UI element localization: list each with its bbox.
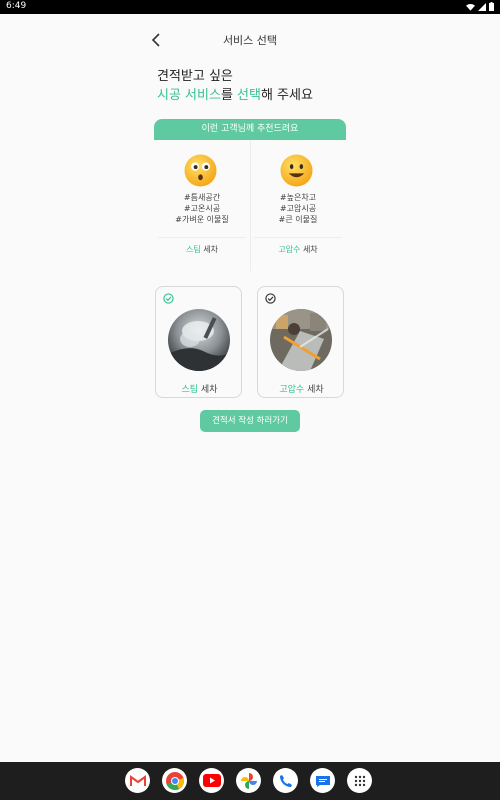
headline: 견적받고 싶은 시공 서비스를 선택해 주세요 <box>157 67 313 105</box>
steam-rec-label: 스팀 세차 <box>186 245 218 254</box>
check-circle-icon <box>265 293 276 304</box>
steam-wash-photo <box>168 309 230 371</box>
app-header: 서비스 선택 <box>0 28 500 52</box>
headline-line2: 시공 서비스를 선택해 주세요 <box>157 88 313 103</box>
divider <box>254 237 342 238</box>
high-pressure-rec-label: 고압수 세차 <box>278 245 318 254</box>
divider <box>158 237 246 238</box>
youtube-icon[interactable] <box>199 768 224 793</box>
messages-icon[interactable] <box>310 768 335 793</box>
service-option-high-pressure[interactable]: 고압수 세차 <box>257 286 344 398</box>
recommendation-title: 이런 고객님께 추천드려요 <box>154 119 346 140</box>
status-bar: 6:49 <box>0 0 500 14</box>
chrome-icon[interactable] <box>162 768 187 793</box>
check-circle-icon <box>163 293 174 304</box>
write-estimate-button[interactable]: 견적서 작성 하러가기 <box>200 410 300 432</box>
recommendation-card: 이런 고객님께 추천드려요 #틈새공간 #고온시공 #가벼운 이물질 스팀 세차 <box>154 119 346 271</box>
surprised-face-icon <box>184 154 217 187</box>
service-label-steam: 스팀 세차 <box>181 385 218 395</box>
service-label-high-pressure: 고압수 세차 <box>279 385 324 395</box>
signal-icon <box>478 2 486 11</box>
app-dock <box>125 768 372 793</box>
recommendation-high-pressure: #높은차고 #고압시공 #큰 이물질 고압수 세차 <box>250 140 346 271</box>
high-pressure-wash-photo <box>270 309 332 371</box>
page-title: 서비스 선택 <box>222 34 278 47</box>
service-option-steam[interactable]: 스팀 세차 <box>155 286 242 398</box>
high-pressure-tags: #높은차고 #고압시공 #큰 이물질 <box>278 193 318 224</box>
wifi-icon <box>466 3 475 11</box>
apps-icon[interactable] <box>347 768 372 793</box>
gmail-icon[interactable] <box>125 768 150 793</box>
steam-tags: #틈새공간 #고온시공 #가벼운 이물질 <box>175 193 229 224</box>
battery-icon <box>489 2 494 11</box>
smiling-face-icon <box>280 154 313 187</box>
phone-icon[interactable] <box>273 768 298 793</box>
recommendation-steam: #틈새공간 #고온시공 #가벼운 이물질 스팀 세차 <box>154 140 250 271</box>
headline-line1: 견적받고 싶은 <box>157 69 233 84</box>
system-nav-bar <box>0 762 500 800</box>
photos-icon[interactable] <box>236 768 261 793</box>
status-time: 6:49 <box>6 1 27 11</box>
